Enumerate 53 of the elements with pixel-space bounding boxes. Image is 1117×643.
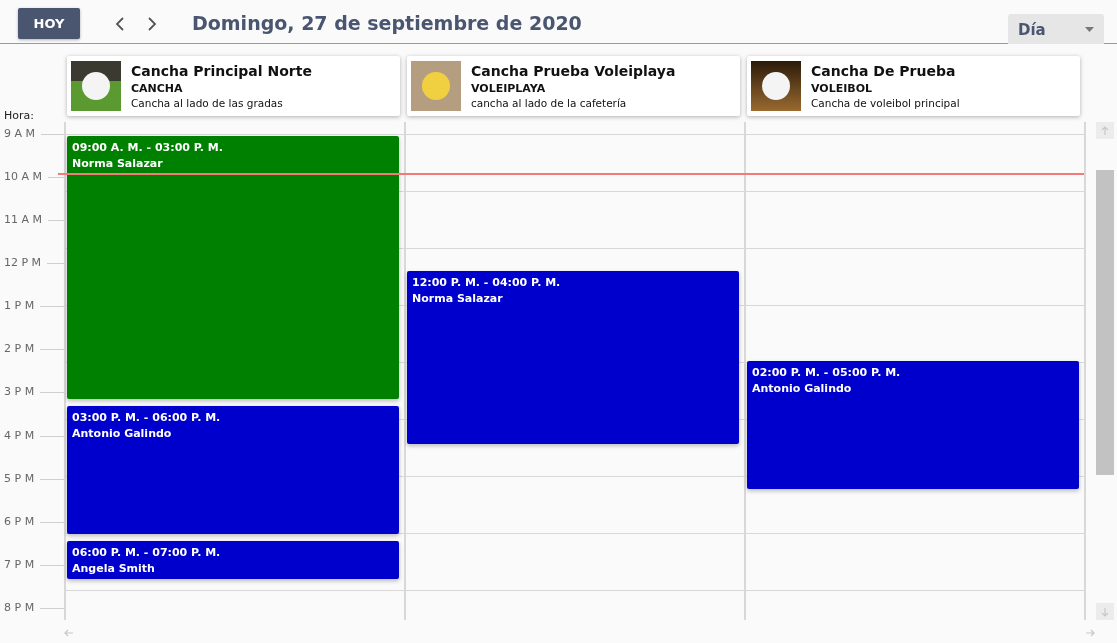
arrow-down-icon[interactable] [1100, 606, 1110, 617]
booking-event[interactable]: 12:00 P. M. - 04:00 P. M. Norma Salazar [407, 271, 739, 444]
hour-label: 11 A M [4, 212, 42, 229]
hour-label: 1 P M [4, 298, 35, 315]
ball-photo-placeholder [71, 61, 121, 111]
booking-event[interactable]: 09:00 A. M. - 03:00 P. M. Norma Salazar [67, 136, 399, 399]
hour-label: 10 A M [4, 169, 42, 186]
arrow-up-icon[interactable] [1100, 125, 1110, 136]
booking-time: 06:00 P. M. - 07:00 P. M. [72, 545, 222, 561]
arrow-left-icon[interactable] [64, 628, 74, 638]
resource-name: Cancha Principal Norte [131, 63, 312, 79]
resource-type: VOLEIPLAYA [471, 82, 547, 95]
view-select[interactable]: Día [1008, 14, 1104, 44]
booking-event[interactable]: 03:00 P. M. - 06:00 P. M. Antonio Galindo [67, 406, 399, 534]
date-title: Domingo, 27 de septiembre de 2020 [192, 12, 582, 34]
booking-person: Antonio Galindo [752, 381, 853, 397]
hour-label: 7 P M [4, 556, 35, 573]
resource-description: Cancha al lado de las gradas [131, 97, 284, 109]
scrollbar-thumb[interactable] [1096, 170, 1114, 475]
resource-name: Cancha Prueba Voleiplaya [471, 63, 676, 79]
booking-time: 12:00 P. M. - 04:00 P. M. [412, 275, 562, 291]
hour-column-label: Hora: [4, 109, 34, 122]
booking-person: Norma Salazar [72, 156, 164, 172]
hour-label: 12 P M [4, 255, 42, 272]
resource-type: VOLEIBOL [811, 82, 874, 95]
resource-type: CANCHA [131, 82, 184, 95]
booking-person: Norma Salazar [412, 291, 504, 307]
hour-label: 5 P M [4, 470, 35, 487]
booking-time: 09:00 A. M. - 03:00 P. M. [72, 140, 224, 156]
ball-photo-placeholder [411, 61, 461, 111]
hour-label: 6 P M [4, 513, 35, 530]
hour-label: 2 P M [4, 341, 35, 358]
booking-event[interactable]: 02:00 P. M. - 05:00 P. M. Antonio Galindo [747, 361, 1079, 489]
arrow-right-icon[interactable] [1085, 628, 1095, 638]
resource-description: cancha al lado de la cafetería [471, 97, 628, 109]
hour-label: 8 P M [4, 599, 35, 616]
scroll-down-button[interactable] [1096, 603, 1114, 620]
booking-event[interactable]: 06:00 P. M. - 07:00 P. M. Angela Smith [67, 541, 399, 579]
scroll-up-button[interactable] [1096, 122, 1114, 139]
booking-person: Antonio Galindo [72, 426, 173, 442]
ball-photo-placeholder [751, 61, 801, 111]
chevron-right-icon [147, 17, 157, 31]
caret-icon [1085, 26, 1094, 32]
booking-time: 03:00 P. M. - 06:00 P. M. [72, 410, 222, 426]
resource-description: Cancha de voleibol principal [811, 97, 960, 109]
today-button[interactable]: HOY [18, 8, 80, 39]
hour-label: 9 A M [4, 126, 35, 142]
booking-person: Angela Smith [72, 561, 156, 577]
hour-label: 3 P M [4, 384, 35, 401]
chevron-left-icon [115, 17, 125, 31]
booking-time: 02:00 P. M. - 05:00 P. M. [752, 365, 902, 381]
resource-name: Cancha De Prueba [811, 63, 957, 79]
hour-label: 4 P M [4, 427, 35, 444]
